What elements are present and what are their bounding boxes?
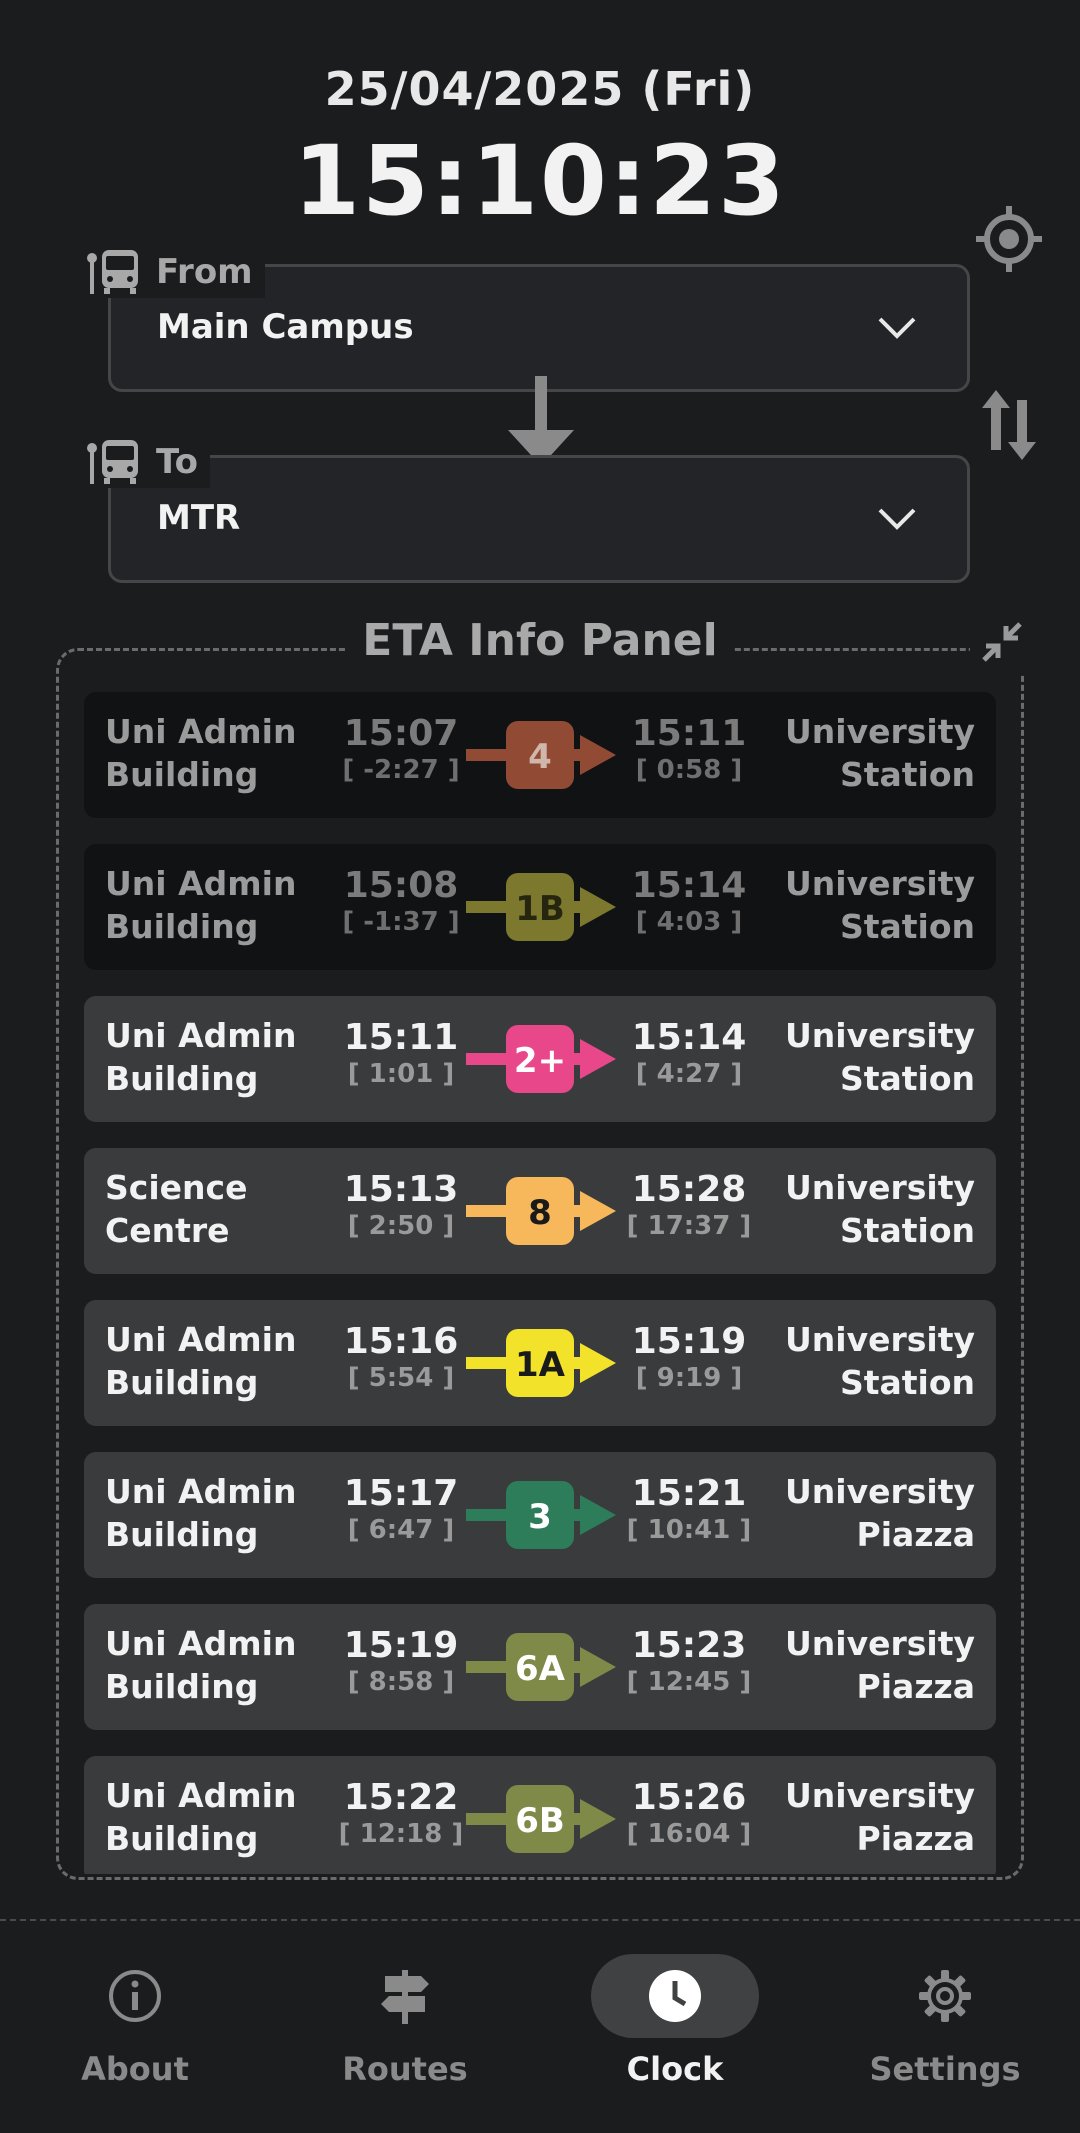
route-badge: 1A bbox=[466, 1329, 616, 1397]
to-select[interactable]: MTR bbox=[108, 455, 970, 583]
swap-icon[interactable] bbox=[978, 388, 1040, 462]
arrival-time: 15:23[ 12:45 ] bbox=[626, 1625, 752, 1698]
departure-time: 15:11[ 1:01 ] bbox=[343, 1017, 459, 1090]
to-value: MTR bbox=[157, 498, 241, 538]
eta-row[interactable]: Uni Admin Building 15:11[ 1:01 ] 2+ 15:14[ 4… bbox=[84, 996, 996, 1122]
arrival-time: 15:19[ 9:19 ] bbox=[631, 1321, 747, 1394]
route-badge: 6B bbox=[466, 1785, 616, 1853]
date-text: 25/04/2025 (Fri) bbox=[324, 62, 756, 116]
arrival-time: 15:28[ 17:37 ] bbox=[626, 1169, 752, 1242]
signpost-icon bbox=[381, 1970, 429, 2024]
nav-clock[interactable]: Clock bbox=[575, 1940, 775, 2090]
destination-stop: University Station bbox=[784, 1320, 975, 1402]
origin-stop: Uni Admin Building bbox=[105, 1320, 297, 1402]
nav-about[interactable]: About bbox=[35, 1940, 235, 2090]
route-number: 1A bbox=[515, 1345, 566, 1385]
eta-row[interactable]: Uni Admin Building 15:19[ 8:58 ] 6A 15:23[ 1… bbox=[84, 1604, 996, 1730]
route-badge: 4 bbox=[466, 721, 616, 789]
route-number: 6A bbox=[515, 1649, 566, 1689]
departure-time: 15:16[ 5:54 ] bbox=[343, 1321, 459, 1394]
origin-stop: Uni Admin Building bbox=[105, 1016, 297, 1098]
arrival-time: 15:14[ 4:03 ] bbox=[631, 865, 747, 938]
chevron-down-icon bbox=[878, 508, 916, 530]
eta-row[interactable]: Science Centre 15:13[ 2:50 ] 8 15:28[ 17:37 … bbox=[84, 1148, 996, 1274]
info-icon bbox=[109, 1970, 161, 2022]
destination-stop: University Station bbox=[784, 1168, 975, 1250]
arrival-time: 15:21[ 10:41 ] bbox=[626, 1473, 752, 1546]
destination-stop: University Station bbox=[784, 712, 975, 794]
origin-stop: Uni Admin Building bbox=[105, 1776, 297, 1858]
panel-title: ETA Info Panel bbox=[0, 615, 1080, 666]
route-badge: 6A bbox=[466, 1633, 616, 1701]
to-label: To bbox=[84, 436, 211, 488]
departure-time: 15:17[ 6:47 ] bbox=[343, 1473, 459, 1546]
clock-time: 15:10:23 bbox=[293, 125, 787, 237]
departure-time: 15:22[ 12:18 ] bbox=[338, 1777, 464, 1850]
route-number: 2+ bbox=[514, 1041, 566, 1081]
collapse-icon[interactable] bbox=[970, 610, 1034, 674]
locate-icon[interactable] bbox=[974, 204, 1044, 274]
bottom-nav: About Routes Clock Settings bbox=[0, 1940, 1080, 2133]
departure-time: 15:13[ 2:50 ] bbox=[343, 1169, 459, 1242]
route-number: 4 bbox=[528, 737, 552, 777]
route-number: 8 bbox=[528, 1193, 552, 1233]
from-label: From bbox=[84, 246, 265, 298]
bus-stop-icon bbox=[87, 250, 138, 294]
destination-stop: University Station bbox=[784, 1016, 975, 1098]
departure-time: 15:19[ 8:58 ] bbox=[343, 1625, 459, 1698]
origin-stop: Uni Admin Building bbox=[105, 864, 297, 946]
from-value: Main Campus bbox=[157, 307, 414, 347]
nav-settings[interactable]: Settings bbox=[845, 1940, 1045, 2090]
destination-stop: University Piazza bbox=[784, 1776, 975, 1858]
destination-stop: University Piazza bbox=[784, 1624, 975, 1706]
eta-row[interactable]: Uni Admin Building 15:17[ 6:47 ] 3 15:21[ 10… bbox=[84, 1452, 996, 1578]
origin-stop: Science Centre bbox=[105, 1168, 248, 1250]
route-badge: 8 bbox=[466, 1177, 616, 1245]
eta-row[interactable]: Uni Admin Building 15:22[ 12:18 ] 6B 15:26[ … bbox=[84, 1756, 996, 1874]
route-badge: 1B bbox=[466, 873, 616, 941]
origin-stop: Uni Admin Building bbox=[105, 712, 297, 794]
clock-icon bbox=[649, 1970, 701, 2022]
nav-divider bbox=[0, 1919, 1080, 1921]
destination-stop: University Station bbox=[784, 864, 975, 946]
nav-routes[interactable]: Routes bbox=[305, 1940, 505, 2090]
gear-icon bbox=[919, 1970, 971, 2022]
eta-list: Uni Admin Building 15:07[ -2:27 ] 4 15:11[ 0… bbox=[84, 692, 996, 1874]
route-badge: 3 bbox=[466, 1481, 616, 1549]
bus-stop-icon bbox=[87, 440, 138, 484]
eta-row[interactable]: Uni Admin Building 15:16[ 5:54 ] 1A 15:19[ 9… bbox=[84, 1300, 996, 1426]
origin-stop: Uni Admin Building bbox=[105, 1624, 297, 1706]
departure-time: 15:08[ -1:37 ] bbox=[342, 865, 460, 938]
destination-stop: University Piazza bbox=[784, 1472, 975, 1554]
route-badge: 2+ bbox=[466, 1025, 616, 1093]
departure-time: 15:07[ -2:27 ] bbox=[342, 713, 460, 786]
route-number: 6B bbox=[515, 1801, 565, 1841]
route-number: 1B bbox=[515, 889, 565, 929]
arrival-time: 15:11[ 0:58 ] bbox=[631, 713, 747, 786]
origin-stop: Uni Admin Building bbox=[105, 1472, 297, 1554]
arrival-time: 15:26[ 16:04 ] bbox=[626, 1777, 752, 1850]
chevron-down-icon bbox=[878, 317, 916, 339]
route-number: 3 bbox=[528, 1497, 552, 1537]
arrival-time: 15:14[ 4:27 ] bbox=[631, 1017, 747, 1090]
eta-row[interactable]: Uni Admin Building 15:08[ -1:37 ] 1B 15:14[ … bbox=[84, 844, 996, 970]
eta-row[interactable]: Uni Admin Building 15:07[ -2:27 ] 4 15:11[ 0… bbox=[84, 692, 996, 818]
